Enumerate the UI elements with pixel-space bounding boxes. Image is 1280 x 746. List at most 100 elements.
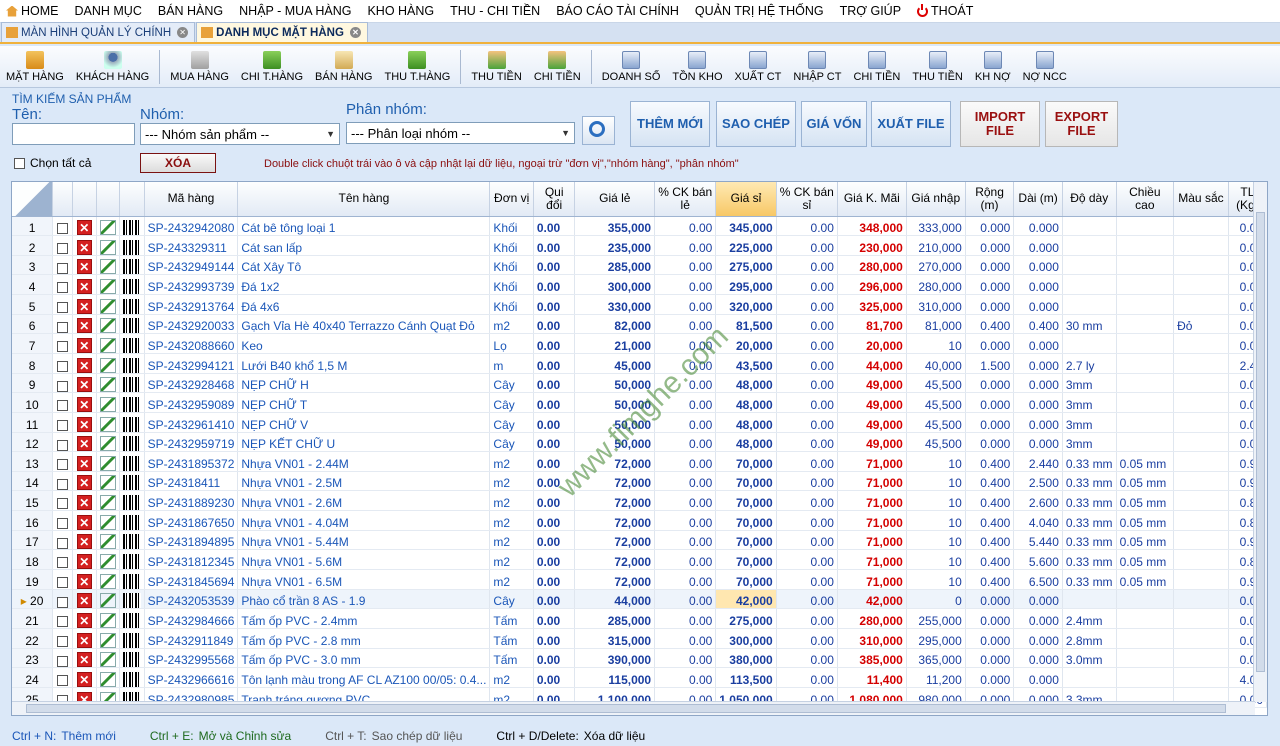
delete-icon[interactable]: ✕ xyxy=(76,632,92,648)
edit-icon[interactable] xyxy=(99,357,116,373)
cell-day[interactable]: 0.33 mm xyxy=(1062,549,1117,571)
cell-si[interactable]: 275,000 xyxy=(715,255,777,276)
cell-km[interactable]: 310,000 xyxy=(837,628,907,649)
table-row[interactable]: 23 ✕ SP-2432995568 Tấm ốp PVC - 3.0 mm Tấm 0.… xyxy=(12,648,1267,669)
cell-le[interactable]: 72,000 xyxy=(574,490,656,512)
cell-mau[interactable] xyxy=(1173,530,1229,551)
cell-ckle[interactable]: 0.00 xyxy=(654,294,717,315)
delete-icon[interactable]: ✕ xyxy=(76,259,92,274)
cell-name[interactable]: Gạch Vỉa Hè 40x40 Terrazzo Cánh Quạt Đỏ xyxy=(237,314,491,335)
row-checkbox[interactable] xyxy=(56,262,68,274)
cell-rong[interactable]: 0.000 xyxy=(965,648,1015,669)
cell-code[interactable]: SP-2432994121 xyxy=(144,353,239,374)
cell-dai[interactable]: 5.600 xyxy=(1013,549,1063,571)
table-row[interactable]: 2 ✕ SP-243329311 Cát san lấp Khối 0.00 235,000… xyxy=(12,235,1267,256)
cell-ckle[interactable]: 0.00 xyxy=(654,569,717,590)
cell-name[interactable]: Lưới B40 khổ 1,5 M xyxy=(237,353,491,374)
cell-mau[interactable] xyxy=(1173,392,1229,413)
cell-dai[interactable]: 0.000 xyxy=(1013,255,1063,276)
cell-day[interactable] xyxy=(1062,294,1117,315)
cell-rong[interactable]: 0.400 xyxy=(965,510,1015,531)
cell-mau[interactable] xyxy=(1173,373,1229,394)
menu-tro-giup[interactable]: TRỢ GIÚP xyxy=(834,0,911,23)
cell-day[interactable]: 0.33 mm xyxy=(1062,451,1117,472)
cell-name[interactable]: Tấm ốp PVC - 2.8 mm xyxy=(237,628,491,649)
cell-dai[interactable]: 2.500 xyxy=(1013,471,1063,492)
cell-si[interactable]: 70,000 xyxy=(715,569,777,590)
cell-name[interactable]: Tấm ốp PVC - 3.0 mm xyxy=(237,648,491,669)
cell-le[interactable]: 50,000 xyxy=(574,432,656,453)
table-row[interactable]: 22 ✕ SP-2432911849 Tấm ốp PVC - 2.8 mm Tấm 0.… xyxy=(12,628,1267,649)
table-row[interactable]: 19 ✕ SP-2431845694 Nhựa VN01 - 6.5M m2 0.00 72… xyxy=(12,569,1267,590)
cell-ckle[interactable]: 0.00 xyxy=(654,648,717,669)
cell-cao[interactable] xyxy=(1116,648,1175,669)
cell-km[interactable]: 71,000 xyxy=(837,569,907,590)
delete-icon[interactable]: ✕ xyxy=(76,318,92,333)
cell-ckle[interactable]: 0.00 xyxy=(654,353,717,374)
row-checkbox[interactable] xyxy=(56,577,68,588)
cell-mau[interactable] xyxy=(1173,255,1229,276)
cell-ckle[interactable]: 0.00 xyxy=(654,392,717,413)
delete-icon[interactable]: ✕ xyxy=(76,612,92,628)
cell-qd[interactable]: 0.00 xyxy=(533,216,576,237)
table-row[interactable]: 6 ✕ SP-2432920033 Gạch Vỉa Hè 40x40 Terrazz… xyxy=(12,314,1267,335)
cell-qd[interactable]: 0.00 xyxy=(533,608,576,629)
toolbar-button-12[interactable]: CHI TIỀN xyxy=(847,47,906,87)
cell-cksi[interactable]: 0.00 xyxy=(776,314,838,335)
cell-si[interactable]: 275,000 xyxy=(715,608,777,629)
cell-qd[interactable]: 0.00 xyxy=(533,333,576,354)
cell-unit[interactable]: m2 xyxy=(489,667,534,688)
cell-unit[interactable]: Tấm xyxy=(489,628,534,649)
cell-dai[interactable]: 0.000 xyxy=(1013,648,1063,669)
cell-qd[interactable]: 0.00 xyxy=(533,510,576,531)
cell-mau[interactable] xyxy=(1173,471,1229,492)
edit-icon[interactable] xyxy=(99,279,116,294)
cell-nhap[interactable]: 10 xyxy=(906,549,966,571)
edit-icon[interactable] xyxy=(99,377,116,392)
cell-unit[interactable]: Cây xyxy=(489,392,534,413)
cell-qd[interactable]: 0.00 xyxy=(533,628,576,649)
row-checkbox[interactable] xyxy=(56,655,68,667)
column-header[interactable]: % CK bán sỉ xyxy=(776,182,838,217)
cell-qd[interactable]: 0.00 xyxy=(533,569,576,590)
cell-unit[interactable]: m2 xyxy=(489,549,534,571)
cell-si[interactable]: 48,000 xyxy=(715,373,777,394)
cell-le[interactable]: 315,000 xyxy=(574,628,656,649)
barcode-icon[interactable] xyxy=(122,239,141,255)
cell-nhap[interactable]: 11,200 xyxy=(906,667,966,688)
cell-qd[interactable]: 0.00 xyxy=(533,530,576,551)
cell-qd[interactable]: 0.00 xyxy=(533,294,576,315)
edit-icon[interactable] xyxy=(99,534,116,549)
delete-icon[interactable]: ✕ xyxy=(76,337,92,353)
row-checkbox[interactable] xyxy=(56,360,68,372)
cell-dai[interactable]: 0.000 xyxy=(1013,608,1063,629)
toolbar-button-14[interactable]: KH NỢ xyxy=(969,47,1017,87)
toolbar-button-13[interactable]: THU TIỀN xyxy=(906,47,969,87)
column-header[interactable]: Đơn vị xyxy=(489,182,534,217)
cell-mau[interactable]: Đỏ xyxy=(1173,314,1229,335)
barcode-icon[interactable] xyxy=(122,593,141,608)
cell-code[interactable]: SP-2431867650 xyxy=(144,510,239,531)
cell-mau[interactable] xyxy=(1173,648,1229,669)
delete-icon[interactable]: ✕ xyxy=(76,593,92,608)
cell-cksi[interactable]: 0.00 xyxy=(776,412,838,433)
cell-dai[interactable]: 6.500 xyxy=(1013,569,1063,590)
cell-code[interactable]: SP-2431889230 xyxy=(144,490,239,512)
add-new-button[interactable]: THÊM MỚI xyxy=(630,101,710,147)
cell-ckle[interactable]: 0.00 xyxy=(654,333,717,354)
menu-bao-cao-tai-chinh[interactable]: BÁO CÁO TÀI CHÍNH xyxy=(550,0,689,23)
edit-icon[interactable] xyxy=(99,337,116,353)
cell-ckle[interactable]: 0.00 xyxy=(654,255,717,276)
table-row[interactable]: 16 ✕ SP-2431867650 Nhựa VN01 - 4.04M m2 0.00 7… xyxy=(12,510,1267,531)
cell-dai[interactable]: 0.000 xyxy=(1013,432,1063,453)
cell-nhap[interactable]: 333,000 xyxy=(906,216,966,237)
edit-icon[interactable] xyxy=(99,298,116,314)
cell-rong[interactable]: 0.000 xyxy=(965,589,1015,610)
toolbar-button-9[interactable]: TỒN KHO xyxy=(666,47,728,87)
cell-rong[interactable]: 0.400 xyxy=(965,490,1015,512)
cell-rong[interactable]: 1.500 xyxy=(965,353,1015,374)
cell-ckle[interactable]: 0.00 xyxy=(654,451,717,472)
cell-si[interactable]: 42,000 xyxy=(715,589,777,610)
cell-ckle[interactable]: 0.00 xyxy=(654,589,717,610)
barcode-icon[interactable] xyxy=(122,416,141,432)
